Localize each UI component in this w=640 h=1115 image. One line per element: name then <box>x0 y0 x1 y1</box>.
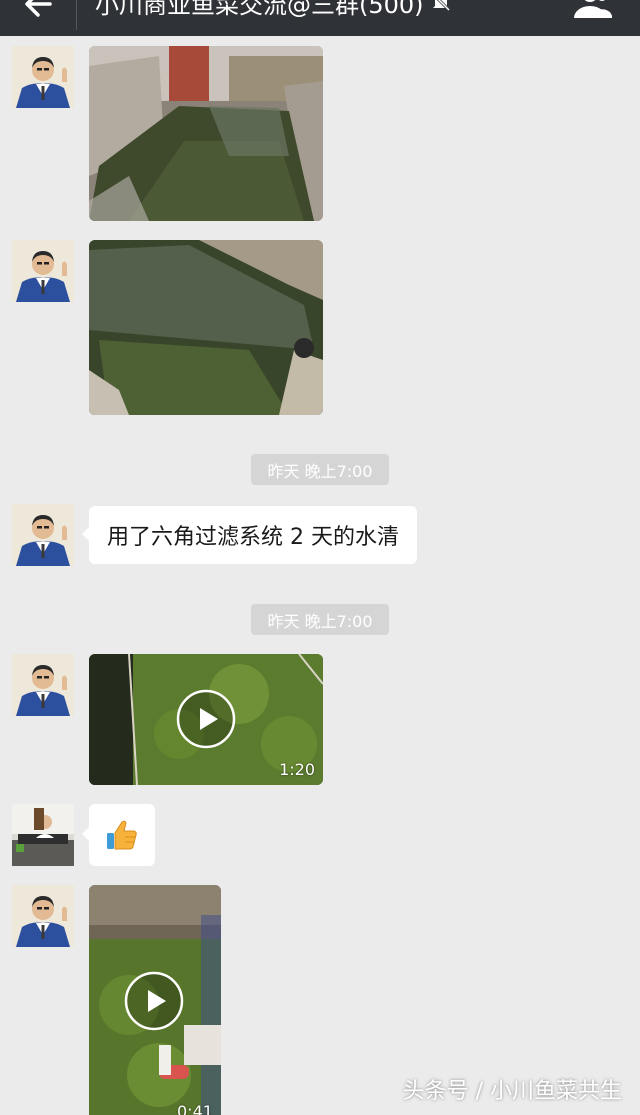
message-row <box>0 804 640 866</box>
timestamp: 昨天 晚上7:00 <box>251 454 389 485</box>
video-message[interactable]: 1:20 <box>89 654 323 785</box>
avatar[interactable] <box>12 240 74 302</box>
watermark: 头条号 / 小川鱼菜共生 <box>402 1079 622 1104</box>
video-message[interactable]: 0:41 <box>89 885 221 1115</box>
message-row <box>0 46 640 221</box>
avatar[interactable] <box>12 654 74 716</box>
chat-title: 小川商业鱼菜交流@三群(500) <box>95 0 424 19</box>
message-row <box>0 240 640 415</box>
message-row: 1:20 <box>0 654 640 785</box>
mute-bell-icon <box>432 0 450 12</box>
fish-pond-photo[interactable] <box>89 46 323 221</box>
emoji-message-bubble[interactable] <box>82 804 155 866</box>
text-message-bubble[interactable]: 用了六角过滤系统 2 天的水清 <box>82 506 417 564</box>
back-arrow-icon[interactable] <box>20 0 60 24</box>
play-icon[interactable] <box>124 971 184 1031</box>
play-icon[interactable] <box>176 689 236 749</box>
message-row: 用了六角过滤系统 2 天的水清 <box>0 504 640 566</box>
header-divider <box>76 0 77 30</box>
avatar[interactable] <box>12 885 74 947</box>
fish-pond-photo[interactable] <box>89 240 323 415</box>
thumbs-up-icon <box>107 820 137 850</box>
avatar[interactable] <box>12 504 74 566</box>
timestamp: 昨天 晚上7:00 <box>251 604 389 635</box>
video-duration: 0:41 <box>177 1102 213 1115</box>
avatar[interactable] <box>12 46 74 108</box>
chat-message-list[interactable]: 昨天 晚上7:00 用了六角过滤系统 2 天的水清 昨天 晚上7:00 1:20… <box>0 36 640 1115</box>
chat-header: 小川商业鱼菜交流@三群(500) <box>0 0 640 36</box>
group-members-icon[interactable] <box>568 0 612 20</box>
header-title-area: 小川商业鱼菜交流@三群(500) <box>95 0 452 22</box>
video-duration: 1:20 <box>279 760 315 779</box>
avatar[interactable] <box>12 804 74 866</box>
